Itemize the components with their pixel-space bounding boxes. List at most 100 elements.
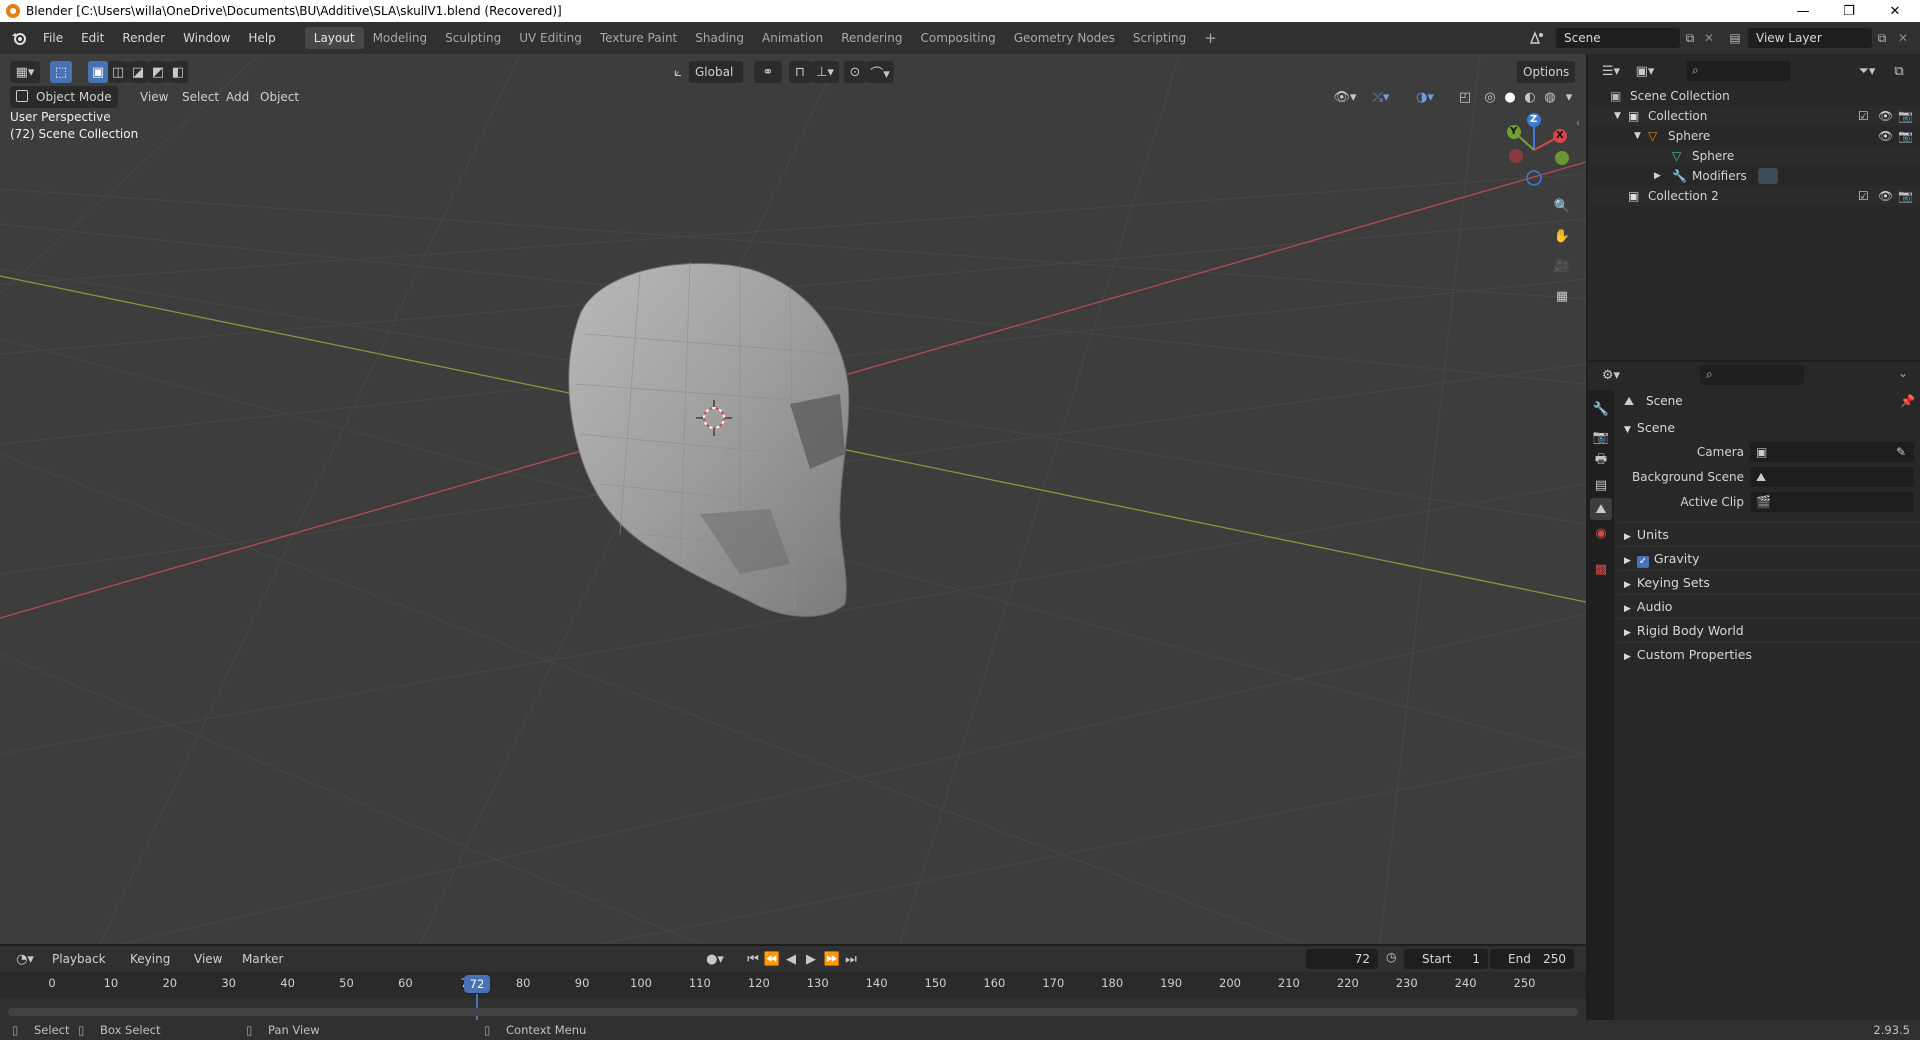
tab-layout[interactable]: Layout xyxy=(304,27,364,49)
tab-compositing[interactable]: Compositing xyxy=(911,27,1004,49)
new-collection-icon[interactable]: ⧉ xyxy=(1888,60,1910,82)
sidebar-toggle-icon[interactable]: ‹ xyxy=(1576,118,1580,129)
outliner-editor-type-icon[interactable]: ☰▾ xyxy=(1596,60,1626,82)
delete-scene-icon[interactable]: ✕ xyxy=(1700,28,1718,48)
select-menu[interactable]: Select xyxy=(176,86,225,108)
select-mode-subtract-icon[interactable]: ◪ xyxy=(128,61,148,83)
view-layer-icon[interactable]: ▤ xyxy=(1724,28,1746,48)
outliner-row-collection-2[interactable]: ▣ Collection 2 ☑ 👁 📷 xyxy=(1588,186,1920,206)
blender-menu-icon[interactable] xyxy=(8,27,30,49)
menu-help[interactable]: Help xyxy=(239,27,284,49)
shading-options-icon[interactable]: ▾ xyxy=(1560,86,1578,108)
menu-render[interactable]: Render xyxy=(113,27,174,49)
select-mode-invert-icon[interactable]: ◩ xyxy=(148,61,168,83)
menu-file[interactable]: File xyxy=(34,27,72,49)
ortho-toggle-icon[interactable]: ▦ xyxy=(1550,284,1574,308)
render-camera-icon[interactable]: 📷 xyxy=(1898,106,1913,126)
rigid-body-world-panel-header[interactable]: ▶ Rigid Body World xyxy=(1618,618,1920,642)
gravity-panel-header[interactable]: ▶ ✓ Gravity xyxy=(1618,546,1920,570)
eyedropper-icon[interactable]: ✎ xyxy=(1896,440,1906,464)
tab-geometry-nodes[interactable]: Geometry Nodes xyxy=(1005,27,1124,49)
add-menu[interactable]: Add xyxy=(220,86,255,108)
keying-sets-panel-header[interactable]: ▶ Keying Sets xyxy=(1618,570,1920,594)
outliner-search-input[interactable] xyxy=(1686,61,1790,81)
render-tab-icon[interactable]: 📷 xyxy=(1590,426,1612,448)
gravity-checkbox[interactable]: ✓ xyxy=(1636,556,1649,568)
properties-editor-type-icon[interactable]: ⚙▾ xyxy=(1596,364,1626,386)
wireframe-shading-icon[interactable]: ◎ xyxy=(1480,86,1500,108)
camera-view-icon[interactable]: 🎥 xyxy=(1550,254,1574,278)
add-workspace-button[interactable]: + xyxy=(1195,27,1226,49)
proportional-editing-icon[interactable]: ⊙ xyxy=(844,61,866,83)
zoom-icon[interactable]: 🔍 xyxy=(1550,194,1574,218)
transform-orientation-dropdown[interactable]: Global xyxy=(689,61,743,83)
tab-sculpting[interactable]: Sculpting xyxy=(436,27,510,49)
tool-tab-icon[interactable]: 🔧 xyxy=(1590,398,1612,420)
custom-properties-panel-header[interactable]: ▶ Custom Properties xyxy=(1618,642,1920,666)
expand-arrow-icon[interactable]: ▶ xyxy=(1654,166,1661,186)
visibility-eye-icon[interactable]: 👁 xyxy=(1878,186,1893,206)
snap-target-icon[interactable]: ⊥▾ xyxy=(811,61,839,83)
output-tab-icon[interactable]: 🖶 xyxy=(1590,450,1612,472)
scene-selector[interactable]: Scene xyxy=(1556,28,1680,48)
pan-hand-icon[interactable]: ✋ xyxy=(1550,224,1574,248)
render-camera-icon[interactable]: 📷 xyxy=(1898,126,1913,146)
tab-modeling[interactable]: Modeling xyxy=(364,27,437,49)
viewport-gizmos-icon[interactable]: ⤯▾ xyxy=(1366,86,1396,108)
panel-options-icon[interactable]: ⌄ xyxy=(1898,366,1908,380)
options-dropdown[interactable]: Options xyxy=(1517,61,1576,83)
3d-viewport[interactable]: ▦▾ ⬚ ▣ ◫ ◪ ◩ ◧ ⟀ Global ⚭ ⊓ ⊥▾ ⊙ ⌒▾ Opti… xyxy=(0,54,1586,944)
solid-shading-icon[interactable]: ● xyxy=(1500,86,1520,108)
outliner-row-collection[interactable]: ▼ ▣ Collection ☑ 👁 📷 xyxy=(1588,106,1920,126)
proportional-falloff-icon[interactable]: ⌒▾ xyxy=(866,61,894,83)
audio-panel-header[interactable]: ▶ Audio xyxy=(1618,594,1920,618)
close-button[interactable]: ✕ xyxy=(1872,0,1918,22)
new-view-layer-icon[interactable]: ⧉ xyxy=(1872,28,1892,48)
background-scene-field[interactable] xyxy=(1750,467,1914,487)
outliner-row-scene-collection[interactable]: ▣ Scene Collection xyxy=(1588,86,1920,106)
exclude-checkbox-icon[interactable]: ☑ xyxy=(1858,106,1869,126)
viewport-overlays-icon[interactable]: ◑▾ xyxy=(1410,86,1440,108)
snap-toggle-icon[interactable]: ⊓ xyxy=(789,61,811,83)
visibility-selectability-icon[interactable]: 👁▾ xyxy=(1330,86,1360,108)
tab-texture-paint[interactable]: Texture Paint xyxy=(591,27,686,49)
exclude-checkbox-icon[interactable]: ☑ xyxy=(1858,186,1869,206)
outliner-row-sphere-object[interactable]: ▼ ▽ Sphere 👁 📷 xyxy=(1588,126,1920,146)
tab-uv-editing[interactable]: UV Editing xyxy=(510,27,591,49)
visibility-eye-icon[interactable]: 👁 xyxy=(1878,106,1893,126)
object-menu[interactable]: Object xyxy=(254,86,305,108)
select-mode-intersect-icon[interactable]: ◧ xyxy=(168,61,188,83)
view-layer-tab-icon[interactable]: ▤ xyxy=(1590,474,1612,496)
display-mode-icon[interactable]: ▣▾ xyxy=(1630,60,1660,82)
rendered-shading-icon[interactable]: ◍ xyxy=(1540,86,1560,108)
timeline-scrollbar[interactable] xyxy=(8,1008,1578,1016)
tab-rendering[interactable]: Rendering xyxy=(832,27,911,49)
delete-view-layer-icon[interactable]: ✕ xyxy=(1894,28,1912,48)
properties-search-input[interactable] xyxy=(1700,365,1804,385)
menu-window[interactable]: Window xyxy=(174,27,239,49)
scene-panel-header[interactable]: ▼ Scene xyxy=(1618,416,1920,440)
expand-arrow-icon[interactable]: ▼ xyxy=(1614,106,1621,126)
view-menu[interactable]: View xyxy=(134,86,174,108)
material-preview-icon[interactable]: ◐ xyxy=(1520,86,1540,108)
filter-icon[interactable]: ⏷▾ xyxy=(1852,60,1882,82)
minimize-button[interactable]: — xyxy=(1780,0,1826,22)
camera-field[interactable] xyxy=(1750,442,1914,462)
select-tool-icon[interactable]: ⬚ xyxy=(50,61,72,83)
view-layer-selector[interactable]: View Layer xyxy=(1748,28,1872,48)
xray-toggle-icon[interactable]: ◰ xyxy=(1454,86,1476,108)
visibility-eye-icon[interactable]: 👁 xyxy=(1878,126,1893,146)
pin-icon[interactable]: 📌 xyxy=(1900,394,1915,408)
outliner-row-modifiers[interactable]: ▶ 🔧 Modifiers xyxy=(1588,166,1920,186)
world-tab-icon[interactable]: ◉ xyxy=(1590,522,1612,544)
select-mode-new-icon[interactable]: ▣ xyxy=(88,61,108,83)
scene-tab-icon[interactable]: ⛰ xyxy=(1590,498,1612,520)
tab-animation[interactable]: Animation xyxy=(753,27,832,49)
editor-type-icon[interactable]: ▦▾ xyxy=(10,61,40,83)
units-panel-header[interactable]: ▶ Units xyxy=(1618,522,1920,546)
select-mode-extend-icon[interactable]: ◫ xyxy=(108,61,128,83)
tab-scripting[interactable]: Scripting xyxy=(1124,27,1195,49)
menu-edit[interactable]: Edit xyxy=(72,27,113,49)
pivot-point-icon[interactable]: ⚭ xyxy=(754,61,782,83)
skull-mesh[interactable] xyxy=(540,254,870,624)
